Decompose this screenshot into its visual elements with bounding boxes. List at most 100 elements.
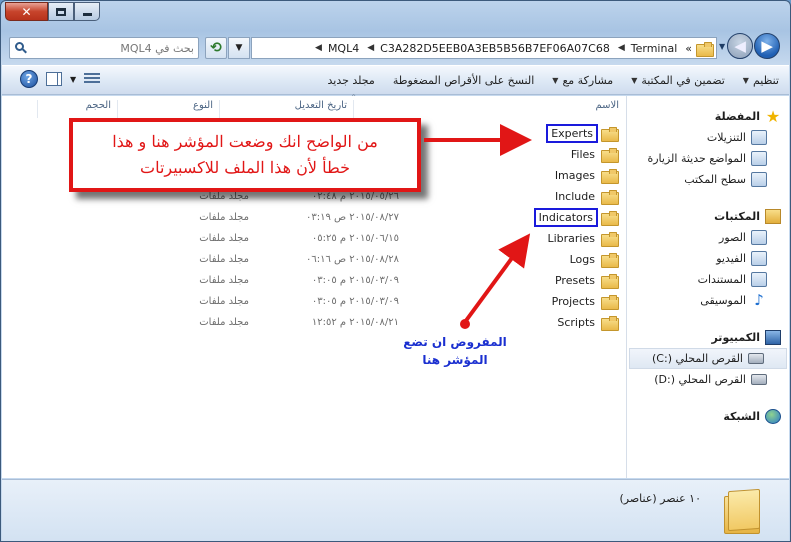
network-icon: [765, 409, 781, 424]
nav-drive-c[interactable]: القرص المحلي (:C): [629, 348, 787, 369]
nav-recent-places[interactable]: المواضع حديثة الزيارة: [627, 148, 789, 169]
back-button[interactable]: ▶: [754, 33, 781, 59]
file-name: Logs: [569, 253, 595, 266]
breadcrumb-more[interactable]: »: [681, 42, 696, 55]
chevron-left-icon[interactable]: ◀: [367, 43, 374, 53]
maximize-button[interactable]: [48, 2, 74, 21]
pictures-icon: [751, 230, 767, 245]
annotation-callout: من الواضح انك وضعت المؤشر هنا و هذا خطأ …: [69, 118, 421, 192]
folder-row-scripts[interactable]: Scripts ٢٠١٥/٠٨/٢١ م ١٢:٥٢ مجلد ملفات: [147, 312, 619, 333]
minimize-button[interactable]: [74, 2, 100, 21]
file-date: ٢٠١٥/٠٨/٢٨ ص ٠٦:١٦: [305, 254, 399, 265]
nav-documents[interactable]: المستندات: [627, 269, 789, 290]
folder-row-presets[interactable]: Presets ٢٠١٥/٠٣/٠٩ م ٠٣:٠٥ مجلد ملفات: [147, 270, 619, 291]
file-type: مجلد ملفات: [199, 275, 249, 286]
nav-pictures[interactable]: الصور: [627, 227, 789, 248]
folder-row-indicators[interactable]: Indicators ٢٠١٥/٠٨/٢٧ ص ٠٣:١٩ مجلد ملفات: [147, 207, 619, 228]
chevron-down-icon: ▼: [742, 75, 749, 85]
file-date: ٢٠١٥/٠٣/٠٩ م ٠٣:٠٥: [311, 275, 399, 286]
help-icon[interactable]: ?: [20, 70, 38, 88]
minimize-icon: [82, 13, 92, 16]
column-header-size[interactable]: الحجم: [37, 100, 117, 118]
column-header-date[interactable]: تاريخ التعديل: [219, 100, 353, 118]
arrow-right-icon: ▶: [761, 37, 773, 55]
folder-icon: [601, 148, 619, 163]
nav-videos[interactable]: الفيديو: [627, 248, 789, 269]
favorites-group: ★ المفضلة التنزيلات المواضع حديثة الزيارة…: [627, 106, 789, 190]
breadcrumb-terminal[interactable]: Terminal ◀: [614, 42, 681, 55]
folder-icon: [696, 41, 714, 57]
nav-music[interactable]: ♪ الموسيقى: [627, 290, 789, 311]
navigation-buttons: ▼ ◀ ▶: [719, 33, 781, 59]
callout-line-2: خطأ لأن هذا الملف للاكسبيرتات: [140, 158, 351, 177]
folder-icon: [601, 295, 619, 310]
documents-icon: [751, 272, 767, 287]
view-options-icon[interactable]: [84, 73, 101, 85]
sort-caret-icon: ⌃: [350, 93, 357, 102]
file-date: ٢٠١٥/٠٣/٠٩ م ٠٣:٠٥: [311, 296, 399, 307]
folder-icon: [601, 169, 619, 184]
chevron-down-icon[interactable]: ▼: [70, 75, 76, 84]
search-icon[interactable]: [14, 41, 28, 55]
computer-group: الكمبيوتر القرص المحلي (:C) القرص المحلي…: [627, 327, 789, 390]
nav-computer[interactable]: الكمبيوتر: [627, 327, 789, 348]
file-name: Experts: [546, 124, 598, 143]
search-input[interactable]: بحث في MQL4: [9, 37, 199, 59]
address-history-dropdown[interactable]: ▼: [228, 37, 250, 59]
maximize-icon: [56, 7, 66, 16]
recent-pages-dropdown[interactable]: ▼: [719, 42, 725, 51]
column-header-name[interactable]: الاسم: [353, 100, 625, 118]
recent-places-icon: [751, 151, 767, 166]
file-type: مجلد ملفات: [199, 233, 249, 244]
command-bar: تنظيم ▼ تضمين في المكتبة ▼ مشاركة مع ▼ النس…: [2, 65, 789, 95]
nav-libraries[interactable]: المكتبات: [627, 206, 789, 227]
explorer-window: ✕ بحث في MQL4 ⟲ ▼ » Terminal ◀ C3A282D5EE…: [0, 0, 791, 542]
file-date: ٢٠١٥/٠٨/٢١ م ١٢:٥٢: [311, 317, 399, 328]
organize-button[interactable]: تنظيم ▼: [743, 74, 779, 87]
nav-network[interactable]: الشبكة: [627, 406, 789, 427]
folder-icon: [601, 253, 619, 268]
file-type: مجلد ملفات: [199, 191, 249, 202]
star-icon: ★: [765, 107, 781, 126]
file-date: ٢٠١٥/٠٦/١٥ م ٠٥:٢٥: [311, 233, 399, 244]
new-folder-button[interactable]: مجلد جديد: [327, 74, 374, 87]
view-controls: ? ▼: [20, 70, 101, 88]
callout-line-1: من الواضح انك وضعت المؤشر هنا و هذا: [112, 132, 378, 151]
column-headers: الاسم تاريخ التعديل النوع الحجم: [2, 100, 625, 118]
nav-favorites[interactable]: ★ المفضلة: [627, 106, 789, 127]
chevron-down-icon: ▼: [552, 75, 559, 85]
nav-desktop[interactable]: سطح المكتب: [627, 169, 789, 190]
file-name: Libraries: [547, 232, 595, 245]
preview-pane-icon[interactable]: [46, 72, 62, 86]
close-button[interactable]: ✕: [5, 2, 48, 21]
share-with-button[interactable]: مشاركة مع ▼: [552, 74, 613, 87]
folder-row-libraries[interactable]: Libraries ٢٠١٥/٠٦/١٥ م ٠٥:٢٥ مجلد ملفات: [147, 228, 619, 249]
hard-drive-icon: [748, 353, 764, 364]
nav-downloads[interactable]: التنزيلات: [627, 127, 789, 148]
file-name: Scripts: [557, 316, 595, 329]
chevron-left-icon[interactable]: ◀: [618, 43, 625, 53]
folder-icon: [601, 190, 619, 205]
forward-button[interactable]: ◀: [727, 33, 754, 59]
folder-row-logs[interactable]: Logs ٢٠١٥/٠٨/٢٨ ص ٠٦:١٦ مجلد ملفات: [147, 249, 619, 270]
nav-drive-d[interactable]: القرص المحلي (:D): [627, 369, 789, 390]
network-group: الشبكة: [627, 406, 789, 427]
note-line-2: المؤشر هنا: [422, 353, 488, 367]
file-name: Images: [554, 169, 595, 182]
column-header-type[interactable]: النوع: [117, 100, 219, 118]
desktop-icon: [751, 172, 767, 187]
computer-icon: [765, 330, 781, 345]
caption-buttons: ✕: [5, 2, 100, 21]
breadcrumb-terminal-id[interactable]: C3A282D5EEB0A3EB5B56B7EF06A07C68 ◀: [363, 42, 614, 55]
chevron-down-icon: ▼: [235, 43, 243, 53]
folder-row-projects[interactable]: Projects ٢٠١٥/٠٣/٠٩ م ٠٣:٠٥ مجلد ملفات: [147, 291, 619, 312]
folder-icon: [601, 127, 619, 142]
refresh-button[interactable]: ⟲: [205, 37, 227, 59]
breadcrumb-mql4[interactable]: MQL4 ◀: [311, 42, 363, 55]
file-type: مجلد ملفات: [199, 296, 249, 307]
burn-button[interactable]: النسخ على الأقراص المضغوطة: [393, 74, 534, 87]
address-bar[interactable]: » Terminal ◀ C3A282D5EEB0A3EB5B56B7EF06A0…: [251, 37, 717, 59]
chevron-left-icon[interactable]: ◀: [315, 43, 322, 53]
include-in-library-button[interactable]: تضمين في المكتبة ▼: [631, 74, 725, 87]
refresh-icon: ⟲: [210, 40, 222, 56]
